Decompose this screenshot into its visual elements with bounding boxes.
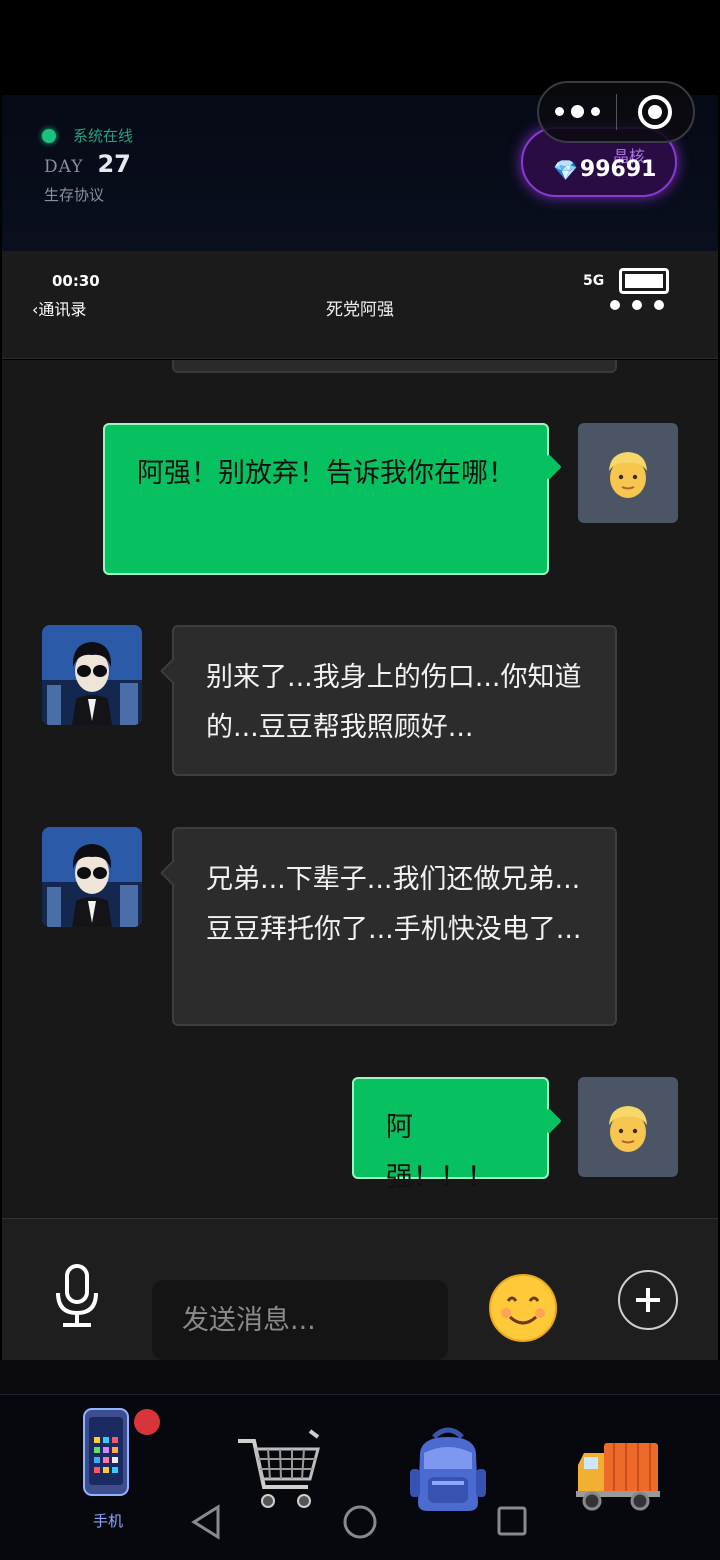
message-text: 兄弟...下辈子...我们还做兄弟...豆豆拜托你了...手机快没电了... (206, 864, 582, 945)
phone-icon (83, 1408, 129, 1496)
my-avatar[interactable] (578, 1077, 678, 1177)
more-dot-icon (610, 300, 620, 310)
battery-icon (619, 268, 669, 294)
more-options-button[interactable] (618, 1270, 678, 1330)
more-dot-icon (554, 106, 564, 116)
system-status-text: 系统在线 (73, 127, 134, 145)
chat-messages[interactable]: 阿强！别放弃！告诉我你在哪！ 别来了...我身上的伤口...你知道的...豆豆帮… (2, 360, 718, 1218)
close-miniprogram-button[interactable] (617, 95, 694, 129)
message-text: 别来了...我身上的伤口...你知道的...豆豆帮我照顾好... (206, 662, 582, 743)
smiley-emoji-icon (489, 1274, 557, 1342)
contact-avatar[interactable] (42, 625, 142, 725)
protocol-label: 生存协议 (44, 186, 105, 204)
contact-avatar[interactable] (42, 827, 142, 927)
day-label: DAY (44, 157, 84, 177)
voice-button[interactable] (52, 1263, 102, 1333)
microphone-icon (56, 1264, 98, 1327)
crystal-amount: 💎 99691 (553, 157, 656, 182)
message-bubble-sent[interactable]: 阿强！！！ (352, 1077, 549, 1193)
my-avatar[interactable] (578, 423, 678, 523)
recent-apps-square-icon[interactable] (496, 1505, 528, 1537)
more-dot-icon (570, 104, 584, 118)
miniprogram-capsule (537, 81, 695, 143)
day-counter: DAY 27 (44, 150, 131, 178)
blond-person-icon (609, 1106, 647, 1152)
notification-badge (134, 1409, 160, 1435)
plus-icon (636, 1288, 660, 1312)
more-dot-icon (590, 106, 600, 116)
message-bubble-received[interactable]: 别来了...我身上的伤口...你知道的...豆豆帮我照顾好... (172, 625, 617, 776)
day-number: 27 (97, 150, 131, 178)
message-text: 阿强！！！ (386, 1112, 494, 1193)
emoji-button[interactable] (488, 1273, 558, 1347)
gem-icon: 💎 (553, 157, 578, 182)
crystal-value: 99691 (579, 157, 657, 182)
more-dot-icon (632, 300, 642, 310)
home-circle-icon[interactable] (342, 1504, 378, 1540)
contact-avatar-image (42, 625, 142, 725)
blond-person-icon (609, 452, 647, 498)
system-status: 系统在线 (42, 125, 133, 146)
network-indicator: 5G (583, 273, 605, 289)
message-bubble-sent[interactable]: 阿强！别放弃！告诉我你在哪！ (103, 423, 549, 575)
message-text: 阿强！别放弃！告诉我你在哪！ (137, 458, 515, 489)
chat-more-button[interactable] (610, 300, 664, 310)
contact-avatar-image (42, 827, 142, 927)
system-navigation (0, 1492, 720, 1552)
status-time: 00:30 (52, 272, 100, 290)
target-icon (637, 95, 672, 129)
back-triangle-icon[interactable] (190, 1504, 222, 1540)
message-input-bar (2, 1218, 718, 1360)
divider-strip (0, 1360, 720, 1394)
previous-message-bubble (172, 360, 617, 373)
more-menu-button[interactable] (539, 104, 616, 118)
phone-header: 00:30 5G ‹通讯录 死党阿强 (2, 251, 718, 359)
online-dot-icon (42, 128, 56, 143)
message-bubble-received[interactable]: 兄弟...下辈子...我们还做兄弟...豆豆拜托你了...手机快没电了... (172, 827, 617, 1026)
message-input[interactable] (152, 1280, 448, 1360)
more-dot-icon (654, 300, 664, 310)
